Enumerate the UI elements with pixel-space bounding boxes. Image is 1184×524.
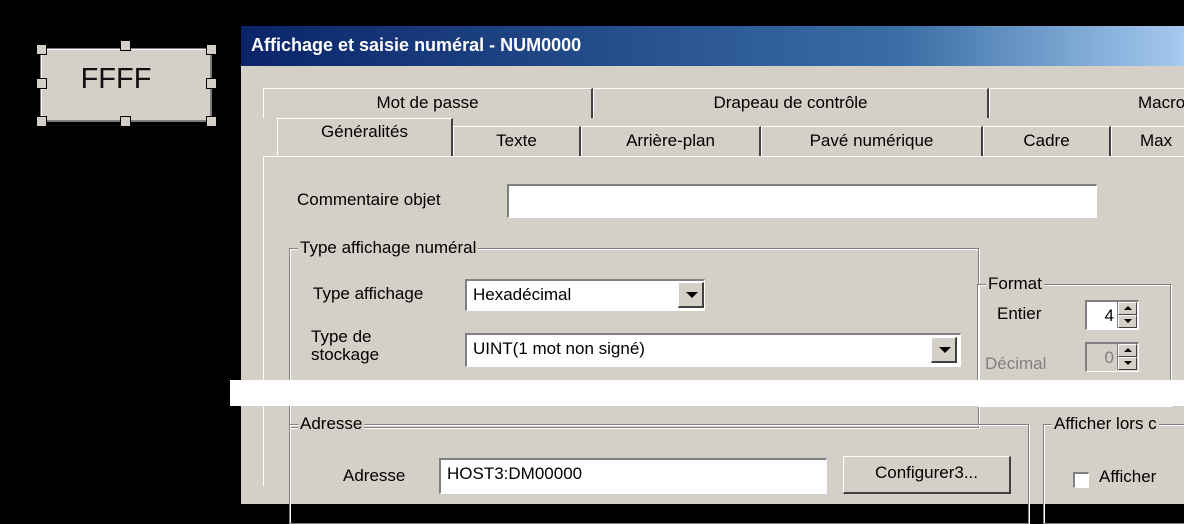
white-strip: [230, 380, 1184, 406]
selection-handle[interactable]: [120, 40, 131, 51]
tab-cadre[interactable]: Cadre: [983, 126, 1111, 156]
integer-spinner[interactable]: [1117, 302, 1137, 328]
numeral-display-object[interactable]: FFFF: [40, 48, 212, 122]
dialog-title: Affichage et saisie numéral - NUM0000: [251, 35, 582, 55]
object-label: FFFF: [80, 63, 152, 95]
tab-mot-de-passe[interactable]: Mot de passe: [263, 88, 593, 118]
selection-handle[interactable]: [120, 116, 131, 127]
display-type-select[interactable]: Hexadécimal: [465, 279, 705, 311]
address-label: Adresse: [343, 466, 406, 485]
tab-texte[interactable]: Texte: [453, 126, 581, 156]
comment-label: Commentaire objet: [297, 190, 441, 209]
storage-type-select[interactable]: UINT(1 mot non signé): [465, 333, 961, 367]
selection-handle[interactable]: [206, 116, 217, 127]
tab-arriere-plan[interactable]: Arrière-plan: [581, 126, 761, 156]
spin-down-icon[interactable]: [1118, 357, 1137, 370]
chevron-down-icon[interactable]: [931, 337, 957, 363]
tab-drapeau-controle[interactable]: Drapeau de contrôle: [593, 88, 989, 118]
show-when-group-title: Afficher lors c: [1052, 414, 1159, 434]
selection-handle[interactable]: [36, 78, 47, 89]
address-input[interactable]: HOST3:DM00000: [439, 458, 827, 494]
selection-handle[interactable]: [36, 116, 47, 127]
address-group-title: Adresse: [298, 414, 365, 434]
show-checkbox-label: Afficher: [1099, 467, 1157, 486]
selection-handle[interactable]: [36, 44, 47, 55]
spin-up-icon[interactable]: [1118, 302, 1137, 315]
tab-generalites[interactable]: Généralités: [277, 118, 453, 156]
decimal-spinner[interactable]: [1117, 344, 1137, 370]
selection-handle[interactable]: [206, 78, 217, 89]
comment-input[interactable]: [507, 184, 1097, 218]
storage-type-label: Type de stockage: [311, 327, 380, 364]
configure-button[interactable]: Configurer3...: [843, 456, 1011, 494]
tab-macro[interactable]: Macro: [989, 88, 1184, 118]
spin-up-icon[interactable]: [1118, 344, 1137, 357]
chevron-down-icon[interactable]: [678, 282, 704, 308]
properties-dialog: Affichage et saisie numéral - NUM0000 Mo…: [241, 26, 1184, 524]
display-type-label: Type affichage: [313, 284, 424, 303]
display-type-group-title: Type affichage numéral: [298, 238, 479, 258]
spin-down-icon[interactable]: [1118, 315, 1137, 328]
decimal-label: Décimal: [985, 354, 1047, 373]
format-group-title: Format: [986, 274, 1044, 294]
dialog-titlebar[interactable]: Affichage et saisie numéral - NUM0000: [241, 26, 1184, 66]
tab-pave-numerique[interactable]: Pavé numérique: [761, 126, 983, 156]
selection-handle[interactable]: [206, 44, 217, 55]
show-checkbox[interactable]: [1073, 472, 1089, 488]
integer-label: Entier: [997, 304, 1042, 323]
tab-max[interactable]: Max: [1111, 126, 1184, 156]
